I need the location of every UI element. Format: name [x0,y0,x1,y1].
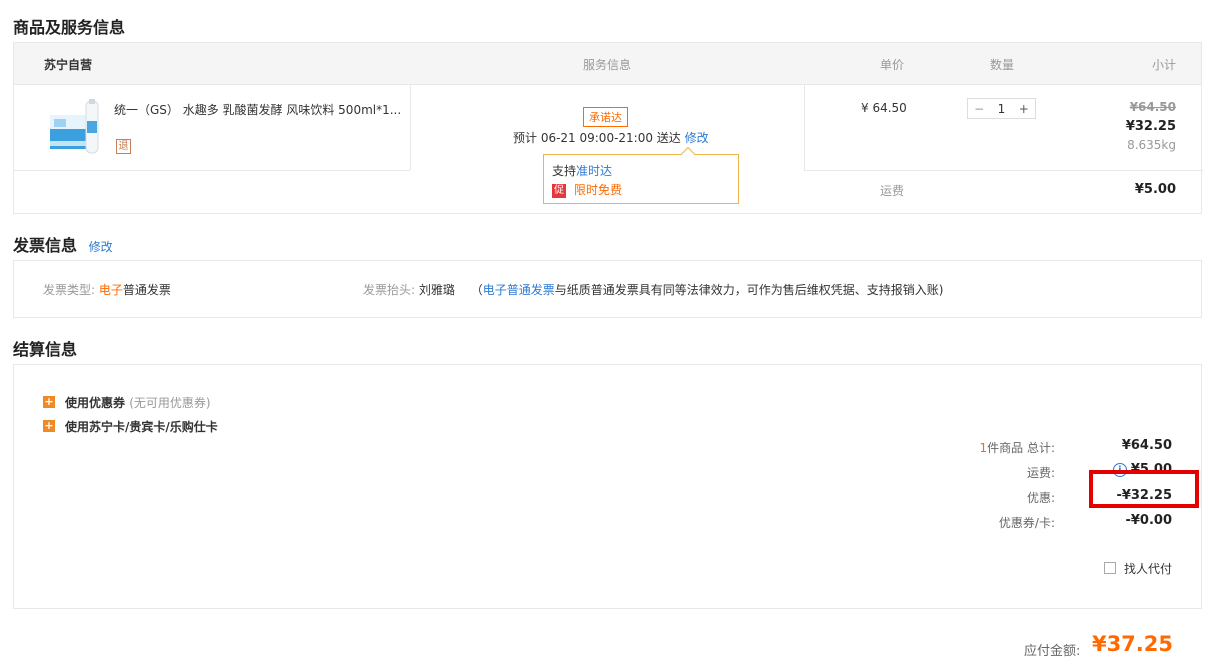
use-coupon-option[interactable]: 使用优惠券 (无可用优惠券) [65,394,211,411]
popup-promo: 促限时免费 [552,181,622,198]
discount-label: 优惠: [1026,491,1055,505]
delivery-text: 预计 06-21 09:00-21:00 送达 [513,131,681,145]
product-image[interactable] [48,99,103,157]
shipping-fee-label: 运费: [1026,466,1055,480]
invoice-edit-link[interactable]: 修改 [89,240,113,254]
e-invoice-link[interactable]: 电子普通发票 [483,283,555,297]
divider [14,170,410,171]
invoice-header-label: 发票抬头: [363,283,416,297]
invoice-note-rest: 与纸质普通发票具有同等法律效力，可作为售后维权凭据、支持报销入账) [554,283,944,297]
payable-label: 应付金额: [1024,644,1081,659]
invoice-box: 发票类型: 电子普通发票 发票抬头: 刘雅璐 （电子普通发票与纸质普通发票具有同… [13,260,1202,318]
expand-plus-icon[interactable]: + [43,420,55,432]
use-card-option[interactable]: 使用苏宁卡/贵宾卡/乐购仕卡 [65,418,218,435]
header-quantity: 数量 [990,58,1015,72]
invoice-note-open: （ [470,283,483,297]
header-subtotal: 小计 [1151,58,1176,72]
popup-support: 支持准时达 [552,162,612,179]
delivery-time: 预计 06-21 09:00-21:00 送达 修改 [513,129,709,146]
invoice-type: 发票类型: 电子普通发票 [43,281,171,298]
header-service: 服务信息 [583,58,632,72]
quantity-stepper: − 1 + [967,98,1036,119]
invoice-type-label: 发票类型: [43,283,96,297]
delivery-popup: 支持准时达 促限时免费 [543,154,739,204]
coupon-card-label: 优惠券/卡: [998,516,1055,530]
shipping-value: ¥5.00 [1134,182,1176,197]
goods-table: 苏宁自营 服务信息 单价 数量 小计 统一（GS） 水趣多 乳酸菌发酵 风味饮料… [13,42,1203,214]
divider [804,84,805,170]
item-count: 1 [979,441,988,455]
return-badge: 退 [116,139,131,154]
promo-badge: 促 [552,183,566,198]
goods-section-title: 商品及服务信息 [13,18,126,37]
decrease-button[interactable]: − [968,102,990,116]
highlight-box [1089,470,1199,508]
invoice-header-value: 刘雅璐 [418,283,455,297]
expand-plus-icon[interactable]: + [43,396,55,408]
popup-support-text: 支持 [552,164,577,178]
product-name[interactable]: 统一（GS） 水趣多 乳酸菌发酵 风味饮料 500ml*1... [114,101,401,118]
items-total-value: ¥64.50 [1121,438,1172,453]
divider [410,84,411,170]
on-time-link[interactable]: 准时达 [576,164,612,178]
store-name: 苏宁自营 [44,58,93,72]
delivery-edit-link[interactable]: 修改 [685,131,709,145]
items-total-text: 件商品 总计: [987,441,1055,455]
goods-table-header: 苏宁自营 服务信息 单价 数量 小计 [14,43,1201,85]
use-coupon-label: 使用优惠券 [65,396,126,410]
invoice-type-highlight: 电子 [98,283,123,297]
coupon-card-value: -¥0.00 [1125,513,1172,528]
invoice-title-text: 发票信息 [13,236,78,255]
proxy-pay-checkbox[interactable] [1104,562,1116,574]
invoice-header: 发票抬头: 刘雅璐 （电子普通发票与纸质普通发票具有同等法律效力，可作为售后维权… [363,281,943,298]
original-subtotal: ¥64.50 [1129,100,1176,114]
quantity-value[interactable]: 1 [990,102,1012,116]
divider [804,170,1203,171]
invoice-note: （电子普通发票与纸质普通发票具有同等法律效力，可作为售后维权凭据、支持报销入账) [471,283,944,297]
settlement-box: + 使用优惠券 (无可用优惠券) + 使用苏宁卡/贵宾卡/乐购仕卡 1件商品 总… [13,364,1202,609]
shipping-label: 运费 [880,184,905,198]
coupon-note: (无可用优惠券) [129,396,211,410]
invoice-section-title: 发票信息 修改 [13,232,113,256]
promise-tag: 承诺达 [583,107,628,127]
invoice-type-rest: 普通发票 [122,283,171,297]
payable-amount: ¥37.25 [1091,632,1173,656]
header-price: 单价 [880,58,905,72]
items-total-label: 1件商品 总计: [980,439,1056,456]
settlement-section-title: 结算信息 [13,340,78,359]
unit-price: ¥ 64.50 [861,101,907,115]
product-weight: 8.635kg [1127,138,1176,152]
increase-button[interactable]: + [1013,102,1035,116]
promo-text: 限时免费 [574,183,623,197]
subtotal: ¥32.25 [1125,119,1176,134]
proxy-pay-label[interactable]: 找人代付 [1124,560,1172,577]
